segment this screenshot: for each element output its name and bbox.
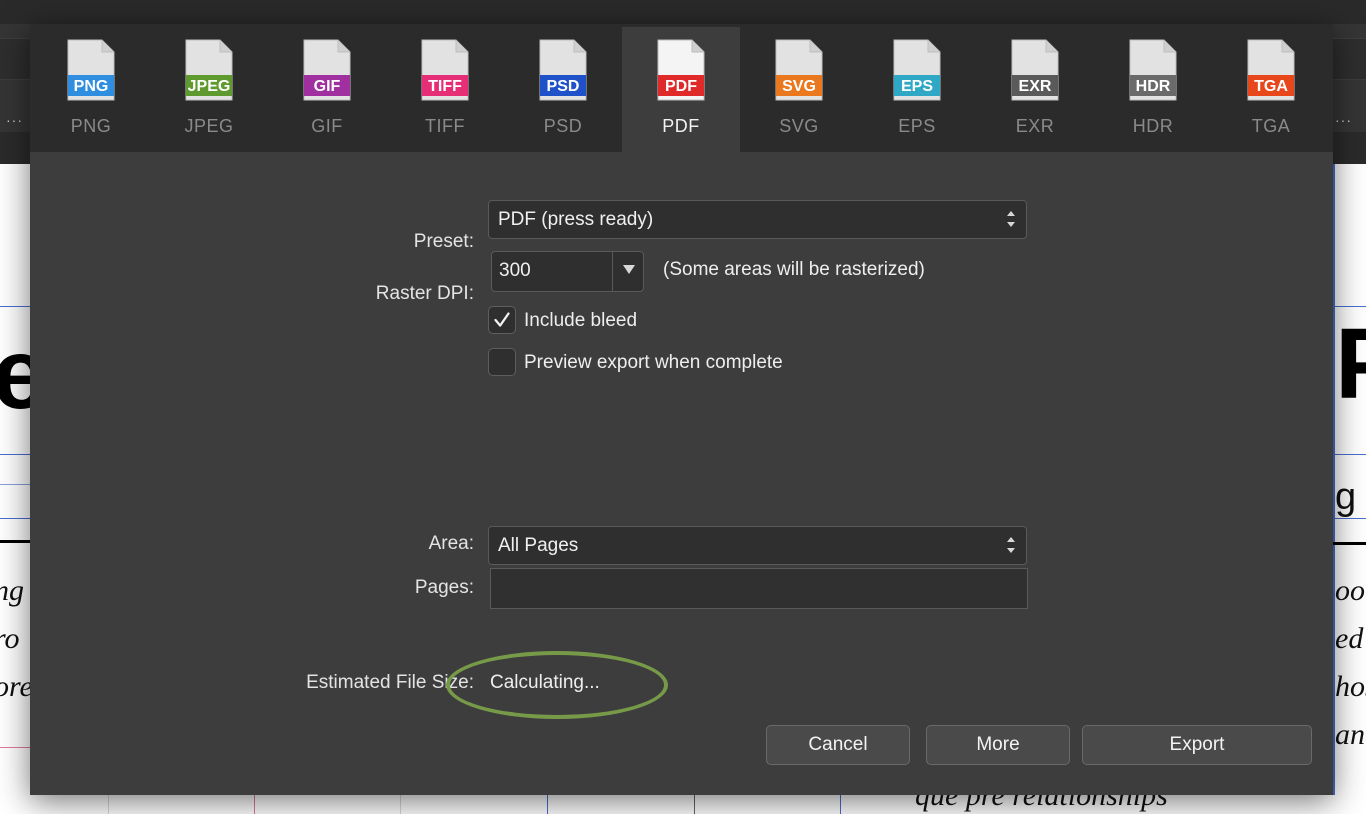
preset-value: PDF (press ready) — [498, 209, 654, 230]
svg-text:EPS: EPS — [901, 78, 933, 95]
document-page-right: P g ool ed hos an — [1333, 164, 1366, 814]
svg-text:EXR: EXR — [1019, 78, 1052, 95]
app-toolbar-right: ··· — [1333, 24, 1366, 164]
include-bleed-label: Include bleed — [524, 310, 638, 331]
svg-text:HDR: HDR — [1136, 78, 1171, 95]
svg-text:TIFF: TIFF — [428, 78, 462, 95]
format-tab-label: EPS — [898, 116, 936, 136]
format-tab-label: JPEG — [184, 116, 234, 136]
format-tab-label: TIFF — [425, 116, 465, 136]
format-tab-exr[interactable]: EXR EXR — [976, 27, 1094, 152]
format-tab-label: PDF — [662, 116, 700, 136]
format-tab-png[interactable]: PNG PNG — [32, 27, 150, 152]
format-tab-psd[interactable]: PSD PSD — [504, 27, 622, 152]
dropdown-arrow-icon — [623, 265, 635, 274]
checkmark-icon — [494, 312, 510, 327]
gif-file-icon: GIF — [303, 39, 351, 101]
pages-label: Pages: — [414, 577, 474, 598]
page-italic-bottom: que pre relationships — [915, 795, 1168, 812]
raster-dpi-combo[interactable]: 300 — [491, 251, 644, 292]
raster-note: (Some areas will be rasterized) — [663, 259, 925, 280]
page-italic-left-2: ro — [0, 622, 20, 655]
annotation-ellipse — [446, 651, 668, 719]
svg-text:GIF: GIF — [314, 78, 341, 95]
app-title-strip — [0, 0, 1366, 24]
area-label: Area: — [428, 533, 474, 554]
preset-label: Preset: — [413, 231, 474, 252]
more-button[interactable]: More — [926, 725, 1070, 765]
format-tab-tiff[interactable]: TIFF TIFF — [386, 27, 504, 152]
format-tab-label: TGA — [1251, 116, 1291, 136]
svg-text:PNG: PNG — [74, 78, 109, 95]
exr-file-icon: EXR — [1011, 39, 1059, 101]
svg-text:JPEG: JPEG — [188, 78, 231, 95]
cancel-button[interactable]: Cancel — [766, 725, 910, 765]
stepper-arrows-icon — [1007, 537, 1015, 553]
preview-export-checkbox[interactable] — [488, 348, 516, 376]
format-tab-label: EXR — [1015, 116, 1055, 136]
stepper-arrows-icon — [1007, 211, 1015, 227]
tiff-file-icon: TIFF — [421, 39, 469, 101]
format-tab-hdr[interactable]: HDR HDR — [1094, 27, 1212, 152]
pages-input[interactable] — [490, 568, 1028, 609]
svg-text:TGA: TGA — [1254, 78, 1288, 95]
format-tab-label: PSD — [543, 116, 583, 136]
hdr-file-icon: HDR — [1129, 39, 1177, 101]
format-tab-gif[interactable]: GIF GIF — [268, 27, 386, 152]
eps-file-icon: EPS — [893, 39, 941, 101]
preview-export-label: Preview export when complete — [524, 352, 783, 373]
svg-text:SVG: SVG — [782, 78, 816, 95]
raster-dpi-value: 300 — [499, 260, 531, 281]
pdf-file-icon: PDF — [657, 39, 705, 101]
format-tab-eps[interactable]: EPS EPS — [858, 27, 976, 152]
page-italic-left-1: ng — [0, 574, 24, 607]
page-italic-right-2: ed — [1335, 622, 1364, 655]
format-tab-label: SVG — [779, 116, 819, 136]
page-italic-right-1: ool — [1335, 574, 1366, 607]
format-tab-pdf[interactable]: PDF PDF — [622, 27, 740, 152]
page-italic-left-3: ore — [0, 670, 33, 703]
document-page-bottom: que pre relationships — [0, 795, 1366, 814]
format-tab-jpeg[interactable]: JPEG JPEG — [150, 27, 268, 152]
format-tab-tga[interactable]: TGA TGA — [1212, 27, 1330, 152]
tga-file-icon: TGA — [1247, 39, 1295, 101]
page-italic-right-3: hos — [1335, 670, 1366, 703]
document-page-left: e ng ro ore — [0, 164, 48, 814]
svg-file-icon: SVG — [775, 39, 823, 101]
format-tab-label: HDR — [1132, 116, 1174, 136]
app-toolbar-left: ··· — [0, 24, 30, 164]
psd-file-icon: PSD — [539, 39, 587, 101]
svg-text:PSD: PSD — [547, 78, 580, 95]
format-tab-label: GIF — [311, 116, 343, 136]
area-value: All Pages — [498, 535, 579, 556]
page-italic-right-4: an — [1335, 718, 1365, 751]
jpeg-file-icon: JPEG — [185, 39, 233, 101]
area-select[interactable]: All Pages — [488, 526, 1027, 565]
include-bleed-checkbox[interactable] — [488, 306, 516, 334]
raster-dpi-label: Raster DPI: — [375, 283, 474, 304]
preset-select[interactable]: PDF (press ready) — [488, 200, 1027, 239]
format-tab-bar: PNG PNG JPEG JPEG GIF GIF TIFF TIFF PSD PSD PDF PDF… — [30, 24, 1333, 152]
page-glyph-right: g — [1335, 476, 1357, 518]
format-tab-label: PNG — [70, 116, 112, 136]
format-tab-svg[interactable]: SVG SVG — [740, 27, 858, 152]
export-button[interactable]: Export — [1082, 725, 1312, 765]
export-dialog: PNG PNG JPEG JPEG GIF GIF TIFF TIFF PSD PSD PDF PDF… — [30, 24, 1333, 795]
png-file-icon: PNG — [67, 39, 115, 101]
page-big-glyph-right: P — [1335, 314, 1366, 414]
svg-text:PDF: PDF — [665, 78, 697, 95]
